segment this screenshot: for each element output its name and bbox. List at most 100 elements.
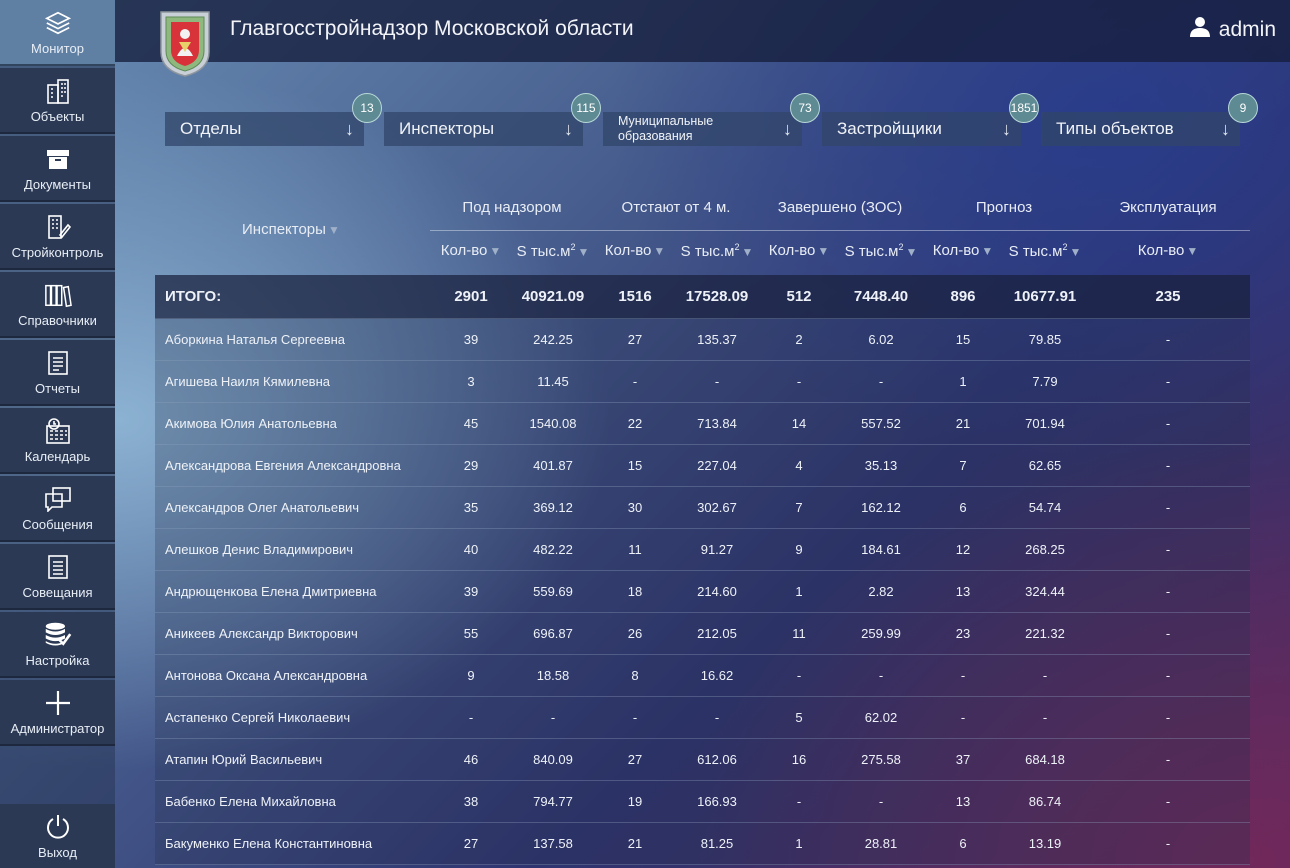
- table-cell: 7.79: [1032, 374, 1058, 389]
- filter-departments-count: 13: [352, 93, 382, 123]
- group-header-behind: Отстают от 4 м.: [621, 199, 731, 216]
- sub-header-count[interactable]: Кол-во ▼: [1086, 242, 1250, 259]
- table-cell: -: [1165, 584, 1171, 599]
- arrow-down-icon: ↓: [1002, 119, 1011, 139]
- table-cell: 557.52: [861, 416, 901, 431]
- total-cell: 896: [950, 288, 976, 305]
- table-cell: 9: [467, 668, 475, 683]
- table-cell: -: [1042, 710, 1048, 725]
- table-cell: 9: [795, 542, 803, 557]
- table-row[interactable]: Акимова Юлия Анатольевна 45 1540.08 22 713.8…: [155, 403, 1250, 445]
- nav-construction-control[interactable]: Стройконтроль: [0, 204, 115, 270]
- nav-monitor[interactable]: Монитор: [0, 0, 115, 66]
- nav-meetings[interactable]: Совещания: [0, 544, 115, 610]
- nav-references[interactable]: Справочники: [0, 272, 115, 338]
- table-cell: 137.58: [533, 836, 573, 851]
- nav-objects[interactable]: Объекты: [0, 68, 115, 134]
- nav-reports[interactable]: Отчеты: [0, 340, 115, 406]
- database-check-icon: [44, 621, 72, 649]
- layers-icon: [44, 9, 72, 37]
- table-cell: 15: [955, 332, 971, 347]
- table-cell: -: [1165, 836, 1171, 851]
- table-cell: 14: [791, 416, 807, 431]
- table-cell: 37: [955, 752, 971, 767]
- sub-header-area[interactable]: S тыс.м2 ▼: [512, 242, 594, 260]
- power-icon: [44, 813, 72, 841]
- filter-inspectors-label: Инспекторы: [399, 119, 495, 138]
- filter-developers[interactable]: Застройщики ↓ 1851: [822, 93, 1039, 146]
- nav-documents[interactable]: Документы: [0, 136, 115, 202]
- table-row[interactable]: Агишева Наиля Кямилевна 3 11.45 - - - - 1 7.79 -: [155, 361, 1250, 403]
- table-row[interactable]: Аборкина Наталья Сергеевна 39 242.25 27 135.…: [155, 319, 1250, 361]
- archive-box-icon: [44, 145, 72, 173]
- table-row[interactable]: Атапин Юрий Васильевич 46 840.09 27 612.06 16…: [155, 739, 1250, 781]
- table-row[interactable]: Аникеев Александр Викторович 55 696.87 26 21…: [155, 613, 1250, 655]
- arrow-down-icon: ↓: [783, 119, 792, 139]
- total-cell: 512: [786, 288, 812, 305]
- sub-header-count[interactable]: Кол-во ▼: [758, 242, 840, 259]
- filter-object-types-label: Типы объектов: [1056, 119, 1174, 138]
- table-cell: 8: [631, 668, 639, 683]
- table-cell: -: [1042, 668, 1048, 683]
- table-cell: 2.82: [868, 584, 894, 599]
- table-cell: 16: [791, 752, 807, 767]
- sub-header-area[interactable]: S тыс.м2 ▼: [1004, 242, 1086, 260]
- table-cell: 1: [795, 836, 803, 851]
- nav-calendar[interactable]: Календарь: [0, 408, 115, 474]
- nav-administrator[interactable]: Администратор: [0, 680, 115, 746]
- table-cell: 23: [955, 626, 971, 641]
- table-cell: 268.25: [1025, 542, 1065, 557]
- logout-button[interactable]: Выход: [0, 804, 115, 868]
- sub-header-area[interactable]: S тыс.м2 ▼: [840, 242, 922, 260]
- table-cell: 275.58: [861, 752, 901, 767]
- table-row[interactable]: Андрющенкова Елена Дмитриевна 39 559.69 18 2…: [155, 571, 1250, 613]
- filter-departments[interactable]: Отделы ↓ 13: [165, 93, 382, 146]
- nav-calendar-label: Календарь: [24, 449, 91, 464]
- table-cell: 28.81: [864, 836, 898, 851]
- table-cell: 86.74: [1028, 794, 1062, 809]
- table-cell: 259.99: [861, 626, 901, 641]
- table-cell: 324.44: [1025, 584, 1065, 599]
- column-header-inspectors[interactable]: Инспекторы ▼: [242, 221, 340, 238]
- sub-header-count[interactable]: Кол-во ▼: [430, 242, 512, 259]
- sort-down-icon: ▼: [817, 244, 830, 258]
- table-row[interactable]: Александров Олег Анатольевич 35 369.12 30 30…: [155, 487, 1250, 529]
- table-row[interactable]: Александрова Евгения Александровна 29 401.…: [155, 445, 1250, 487]
- table-cell: 21: [955, 416, 971, 431]
- sub-header-area[interactable]: S тыс.м2 ▼: [676, 242, 758, 260]
- table-cell: 212.05: [697, 626, 737, 641]
- nav-messages[interactable]: Сообщения: [0, 476, 115, 542]
- filter-inspectors-count: 115: [571, 93, 601, 123]
- nav-monitor-label: Монитор: [31, 41, 84, 56]
- table-cell: 21: [627, 836, 643, 851]
- table-row[interactable]: Астапенко Сергей Николаевич - - - - 5 62.02 - - -: [155, 697, 1250, 739]
- table-cell: 38: [463, 794, 479, 809]
- table-cell: -: [1165, 458, 1171, 473]
- inspector-name: Александров Олег Анатольевич: [165, 500, 360, 515]
- filter-object-types[interactable]: Типы объектов ↓ 9: [1041, 93, 1258, 146]
- user-icon: [1189, 16, 1211, 43]
- table-cell: -: [878, 374, 884, 389]
- table-row[interactable]: Антонова Оксана Александровна 9 18.58 8 16.6…: [155, 655, 1250, 697]
- table-cell: 13: [955, 794, 971, 809]
- table-cell: 302.67: [697, 500, 737, 515]
- table-cell: 39: [463, 332, 479, 347]
- sub-header-count[interactable]: Кол-во ▼: [922, 242, 1004, 259]
- user-menu[interactable]: admin: [1189, 16, 1276, 43]
- table-row[interactable]: Бакуменко Елена Константиновна 27 137.58 21…: [155, 823, 1250, 865]
- filter-inspectors[interactable]: Инспекторы ↓ 115: [384, 93, 601, 146]
- sub-header-count[interactable]: Кол-во ▼: [594, 242, 676, 259]
- total-row: ИТОГО: 2901 40921.09 1516 17528.09 512 7448.4…: [155, 275, 1250, 319]
- filter-developers-label: Застройщики: [837, 119, 942, 138]
- table-cell: -: [550, 710, 556, 725]
- filter-departments-label: Отделы: [180, 119, 242, 138]
- table-row[interactable]: Бабенко Елена Михайловна 38 794.77 19 166.93…: [155, 781, 1250, 823]
- table-row[interactable]: Алешков Денис Владимирович 40 482.22 11 91.2…: [155, 529, 1250, 571]
- filter-municipalities[interactable]: Муниципальные образования ↓ 73: [603, 93, 820, 146]
- arrow-down-icon: ↓: [345, 119, 354, 139]
- table-cell: 11.45: [537, 374, 569, 389]
- nav-settings[interactable]: Настройка: [0, 612, 115, 678]
- sort-down-icon: ▼: [1186, 244, 1199, 258]
- group-header-forecast: Прогноз: [975, 199, 1033, 216]
- calendar-clock-icon: [44, 417, 72, 445]
